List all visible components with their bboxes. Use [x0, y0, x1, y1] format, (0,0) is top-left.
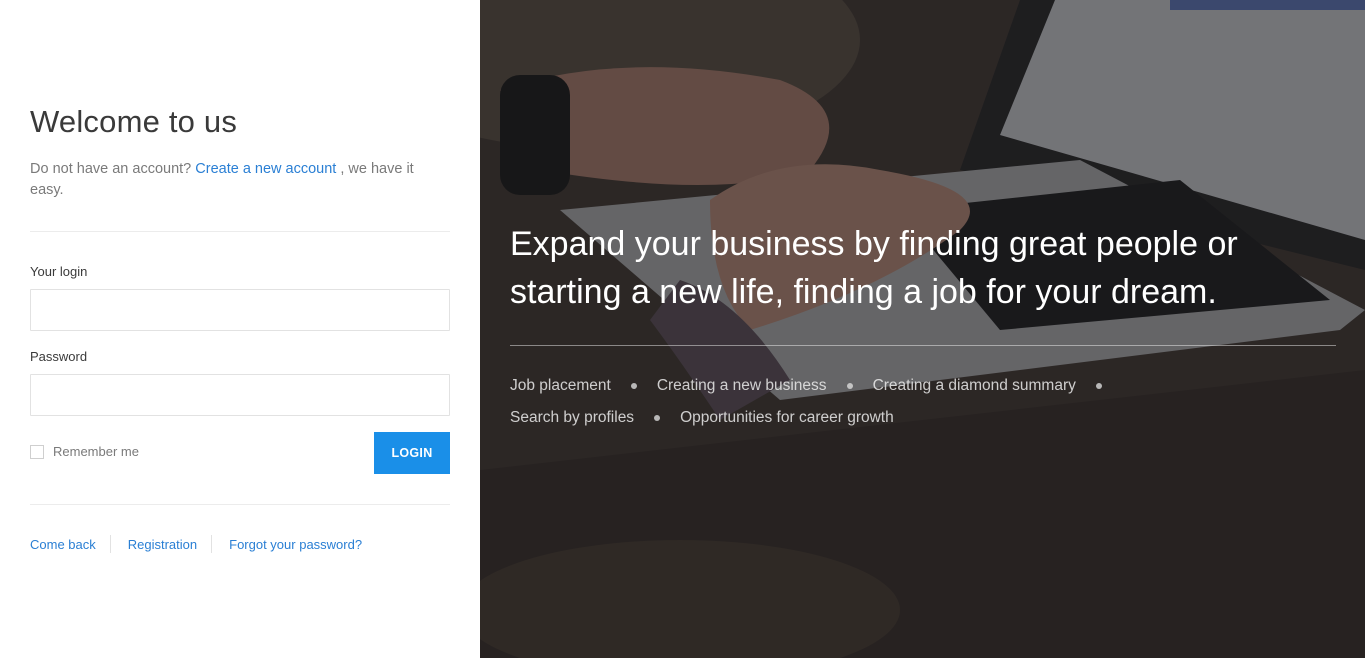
feature-label: Opportunities for career growth [680, 409, 894, 426]
login-input[interactable] [30, 289, 450, 331]
divider [30, 504, 450, 505]
feature-label: Creating a diamond summary [872, 377, 1076, 394]
login-button[interactable]: LOGIN [374, 432, 450, 474]
divider [30, 231, 450, 232]
page-title: Welcome to us [30, 104, 238, 139]
remember-label: Remember me [53, 444, 139, 459]
remember-checkbox[interactable] [30, 444, 44, 459]
login-panel: Welcome to us Do not have an account? Cr… [0, 0, 480, 658]
create-account-link[interactable]: Create a new account [195, 161, 336, 177]
login-page: Welcome to us Do not have an account? Cr… [0, 0, 1365, 658]
bullet-dot [1095, 383, 1102, 389]
feature-item: Search by profiles [510, 407, 680, 429]
link-separator [109, 535, 111, 553]
feature-label: Search by profiles [510, 409, 635, 426]
feature-label: Creating a new business [656, 377, 827, 394]
login-label: Your login [30, 264, 88, 279]
bullet-dot [630, 383, 637, 389]
password-input[interactable] [30, 374, 450, 416]
bullet-dot [654, 415, 661, 421]
registration-link[interactable]: Registration [128, 537, 197, 552]
feature-item: Creating a diamond summary [873, 375, 1122, 397]
signup-prompt-prefix: Do not have an account? [30, 161, 192, 177]
forgot-password-link[interactable]: Forgot your password? [229, 537, 362, 552]
password-label: Password [30, 349, 88, 364]
feature-item: Job placement [510, 375, 657, 397]
link-separator [211, 535, 213, 553]
come-back-link[interactable]: Come back [30, 537, 96, 552]
feature-label: Job placement [510, 377, 611, 394]
hero-divider [510, 345, 1336, 346]
remember-me[interactable]: Remember me [30, 444, 139, 459]
hero-headline: Expand your business by finding great pe… [510, 225, 1238, 311]
feature-item: Opportunities for career growth [680, 407, 894, 429]
footer-links: Come back Registration Forgot your passw… [30, 535, 362, 553]
signup-prompt: Do not have an account? Create a new acc… [30, 159, 450, 201]
hero-overlay [480, 0, 1365, 658]
hero-panel: Expand your business by finding great pe… [480, 0, 1365, 658]
feature-item: Creating a new business [657, 375, 873, 397]
bullet-dot [846, 383, 853, 389]
feature-list: Job placement Creating a new business Cr… [510, 375, 1270, 429]
